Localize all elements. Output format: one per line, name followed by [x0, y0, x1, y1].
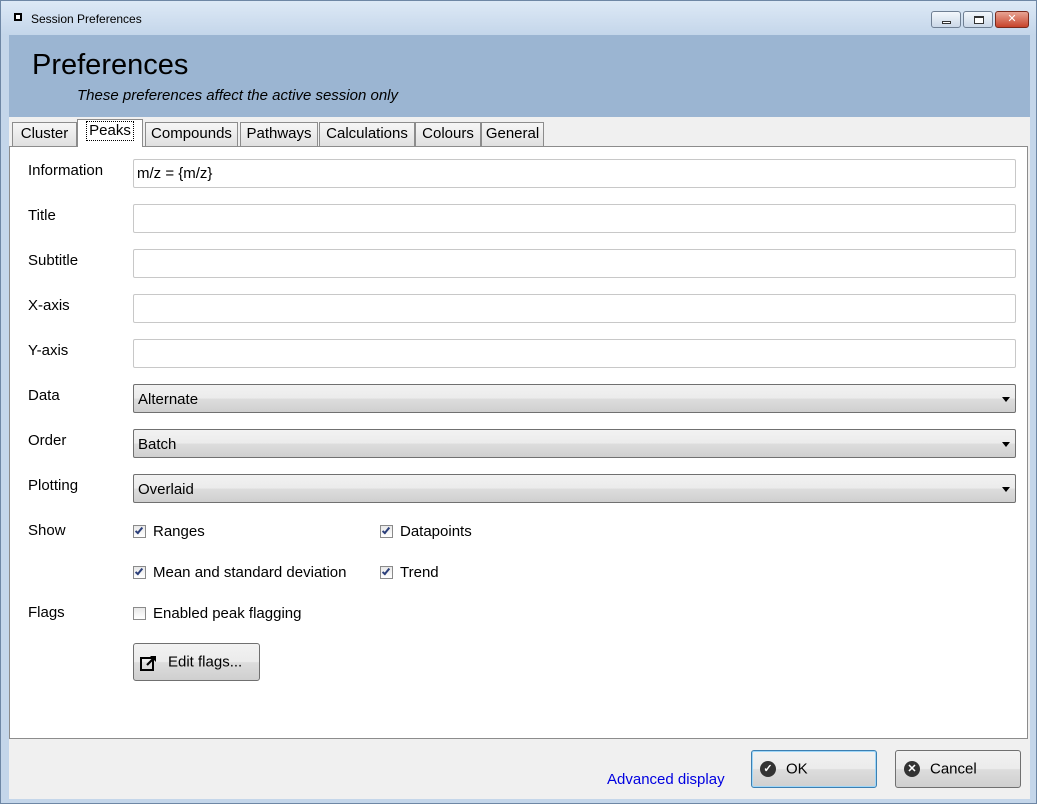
dropdown-arrow-icon: [1002, 397, 1010, 402]
trend-checkbox-label[interactable]: Trend: [400, 564, 439, 581]
flags-label: Flags: [28, 604, 65, 621]
tab-peaks[interactable]: Peaks: [77, 119, 143, 147]
maximize-button[interactable]: [963, 11, 993, 28]
datapoints-checkbox[interactable]: Datapoints: [380, 523, 472, 540]
checkmark-icon: [134, 525, 144, 535]
information-input[interactable]: [133, 159, 1016, 188]
checkbox-box[interactable]: [133, 566, 146, 579]
dropdown-arrow-icon: [1002, 442, 1010, 447]
close-icon: ✕: [1007, 13, 1017, 25]
enable-peak-flagging-checkbox[interactable]: Enabled peak flagging: [133, 605, 301, 622]
app-icon[interactable]: [14, 13, 22, 21]
check-icon: ✓: [760, 761, 776, 777]
close-button[interactable]: ✕: [995, 11, 1029, 28]
dialog-body: Cluster Peaks Compounds Pathways Calcula…: [9, 117, 1030, 799]
enable-peak-flagging-label[interactable]: Enabled peak flagging: [153, 605, 301, 622]
order-label: Order: [28, 432, 67, 449]
tab-calculations[interactable]: Calculations: [319, 122, 415, 146]
minimize-button[interactable]: [931, 11, 961, 28]
edit-flags-button-label: Edit flags...: [168, 653, 243, 671]
peaks-tab-panel: Information Title Subtitle X-axis Y-axis…: [9, 146, 1028, 739]
preferences-header: Preferences These preferences affect the…: [9, 35, 1030, 117]
advanced-display-link[interactable]: Advanced display: [607, 771, 725, 788]
ok-button[interactable]: ✓ OK: [751, 750, 877, 788]
edit-flags-button[interactable]: Edit flags...: [133, 643, 260, 681]
tab-colours[interactable]: Colours: [415, 122, 481, 146]
datapoints-checkbox-label[interactable]: Datapoints: [400, 523, 472, 540]
page-title: Preferences: [32, 49, 189, 81]
mean-sd-checkbox-label[interactable]: Mean and standard deviation: [153, 564, 346, 581]
plotting-label: Plotting: [28, 477, 79, 494]
checkmark-icon: [381, 566, 391, 576]
maximize-icon: [974, 16, 984, 24]
ranges-checkbox-label[interactable]: Ranges: [153, 523, 205, 540]
ok-button-label: OK: [786, 760, 808, 778]
plotting-dropdown[interactable]: Overlaid: [133, 474, 1016, 503]
checkmark-icon: [381, 525, 391, 535]
cancel-icon: ✕: [904, 761, 920, 777]
tab-pathways[interactable]: Pathways: [240, 122, 318, 146]
cancel-button-label: Cancel: [930, 760, 977, 778]
x-axis-input[interactable]: [133, 294, 1016, 323]
subtitle-label: Subtitle: [28, 252, 79, 269]
minimize-icon: [942, 21, 951, 24]
data-dropdown-value: Alternate: [138, 391, 199, 408]
tab-compounds[interactable]: Compounds: [145, 122, 238, 146]
title-bar[interactable]: Session Preferences ✕: [1, 1, 1036, 35]
x-axis-label: X-axis: [28, 297, 70, 314]
tab-strip: Cluster Peaks Compounds Pathways Calcula…: [9, 117, 1030, 147]
checkbox-box[interactable]: [133, 607, 146, 620]
trend-checkbox[interactable]: Trend: [380, 564, 439, 581]
cancel-button[interactable]: ✕ Cancel: [895, 750, 1021, 788]
dropdown-arrow-icon: [1002, 487, 1010, 492]
data-dropdown[interactable]: Alternate: [133, 384, 1016, 413]
external-edit-icon: [140, 656, 156, 671]
y-axis-label: Y-axis: [28, 342, 69, 359]
y-axis-input[interactable]: [133, 339, 1016, 368]
checkbox-box[interactable]: [380, 566, 393, 579]
session-preferences-window: Session Preferences ✕ Preferences These …: [0, 0, 1037, 804]
show-label: Show: [28, 522, 66, 539]
subtitle-input[interactable]: [133, 249, 1016, 278]
tab-cluster[interactable]: Cluster: [12, 122, 77, 146]
order-dropdown[interactable]: Batch: [133, 429, 1016, 458]
title-input[interactable]: [133, 204, 1016, 233]
plotting-dropdown-value: Overlaid: [138, 481, 194, 498]
order-dropdown-value: Batch: [138, 436, 177, 453]
checkbox-box[interactable]: [133, 525, 146, 538]
window-title: Session Preferences: [31, 12, 142, 26]
checkmark-icon: [134, 566, 144, 576]
information-label: Information: [28, 162, 104, 179]
page-subtitle: These preferences affect the active sess…: [77, 87, 399, 104]
title-label: Title: [28, 207, 56, 224]
tab-general[interactable]: General: [481, 122, 544, 146]
checkbox-box[interactable]: [380, 525, 393, 538]
mean-sd-checkbox[interactable]: Mean and standard deviation: [133, 564, 346, 581]
data-label: Data: [28, 387, 60, 404]
ranges-checkbox[interactable]: Ranges: [133, 523, 205, 540]
